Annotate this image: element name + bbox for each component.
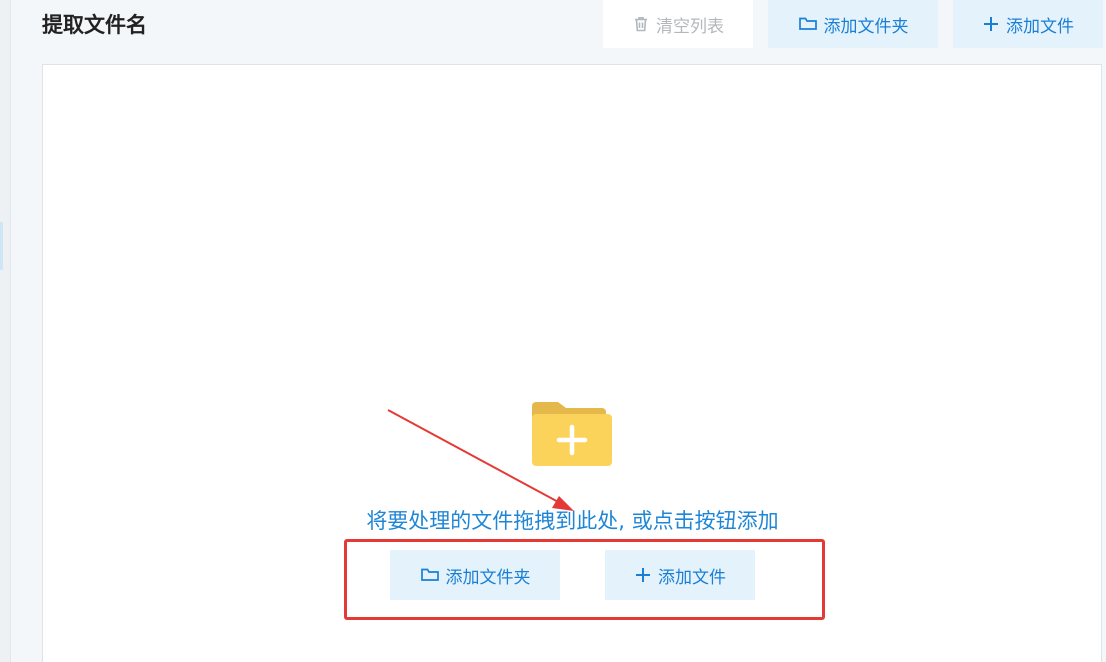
left-sidebar-strip	[0, 0, 11, 662]
add-folder-button-center[interactable]: 添加文件夹	[390, 550, 560, 600]
sidebar-active-indicator	[0, 222, 3, 270]
add-folder-button[interactable]: 添加文件夹	[768, 0, 938, 48]
plus-icon	[982, 15, 1000, 33]
page-title: 提取文件名	[42, 13, 147, 37]
folder-icon	[798, 15, 818, 33]
add-file-button-center[interactable]: 添加文件	[605, 550, 755, 600]
add-file-label: 添加文件	[1006, 16, 1074, 37]
clear-list-button[interactable]: 清空列表	[603, 0, 753, 48]
plus-icon	[634, 566, 652, 584]
add-folder-label: 添加文件夹	[445, 567, 531, 588]
clear-list-label: 清空列表	[656, 16, 724, 37]
add-file-label: 添加文件	[658, 567, 726, 588]
add-file-button[interactable]: 添加文件	[953, 0, 1103, 48]
folder-icon	[420, 566, 440, 584]
drop-hint-text: 将要处理的文件拖拽到此处, 或点击按钮添加	[366, 509, 779, 533]
trash-icon	[632, 15, 650, 33]
file-drop-zone[interactable]	[42, 64, 1102, 662]
add-folder-label: 添加文件夹	[823, 16, 909, 37]
app-window: 提取文件名 清空列表 添加文件夹 添加文件 将要处理的文件拖拽到此处, 或点击按…	[0, 0, 1106, 662]
folder-plus-icon	[530, 400, 614, 468]
